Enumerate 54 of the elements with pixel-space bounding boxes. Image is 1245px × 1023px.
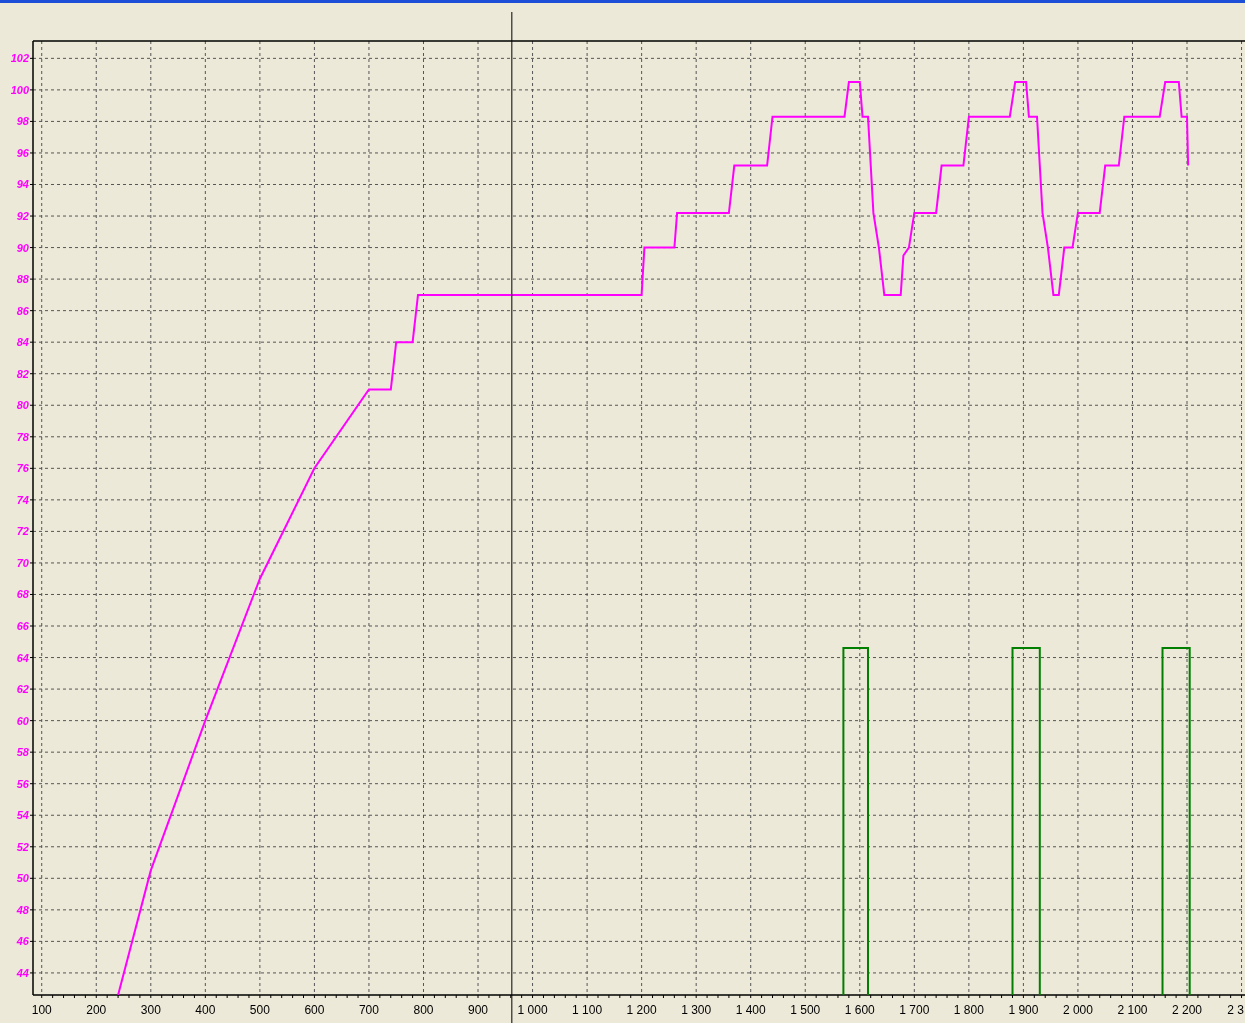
axis-tick-label: 2 100 xyxy=(1117,1003,1148,1017)
axis-tick-label: 400 xyxy=(195,1003,216,1017)
axis-tick-label: 44 xyxy=(16,966,29,979)
axis-tick-label: 94 xyxy=(16,178,29,191)
axis-tick-label: 1 100 xyxy=(572,1003,603,1017)
axis-tick-label: 54 xyxy=(16,809,29,822)
axis-tick-label: 500 xyxy=(249,1003,270,1017)
axis-tick-label: 900 xyxy=(468,1003,489,1017)
axis-tick-label: 1 300 xyxy=(681,1003,712,1017)
axis-tick-label: 1 800 xyxy=(953,1003,984,1017)
axis-tick-label: 600 xyxy=(304,1003,325,1017)
cursor-line[interactable] xyxy=(511,11,513,1023)
axis-tick-label: 78 xyxy=(16,430,29,443)
axis-tick-label: 74 xyxy=(16,493,29,506)
axis-tick-label: 66 xyxy=(16,620,29,632)
axis-tick-label: 88 xyxy=(16,273,29,286)
axis-tick-label: 60 xyxy=(16,714,29,727)
axis-tick-label: 80 xyxy=(16,399,29,412)
axis-tick-label: 58 xyxy=(16,746,29,759)
axis-tick-label: 2 200 xyxy=(1172,1003,1202,1017)
axis-tick-label: 100 xyxy=(10,83,29,96)
axis-tick-label: 72 xyxy=(16,525,29,538)
axis-tick-label: 1 400 xyxy=(735,1003,766,1017)
axis-tick-label: 102 xyxy=(10,52,29,65)
axis-tick-label: 1 600 xyxy=(844,1003,875,1017)
axis-tick-label: 700 xyxy=(358,1003,379,1017)
axis-tick-label: 70 xyxy=(16,556,29,569)
axis-tick-label: 68 xyxy=(16,588,29,601)
axis-tick-label: 86 xyxy=(16,304,29,317)
axis-tick-label: 1 700 xyxy=(899,1003,930,1017)
axis-tick-label: 82 xyxy=(16,367,29,380)
axis-tick-label: 64 xyxy=(16,651,29,664)
axis-tick-label: 2 000 xyxy=(1062,1003,1093,1017)
axis-tick-label: 1 500 xyxy=(790,1003,821,1017)
axis-tick-label: 50 xyxy=(16,872,29,885)
axis-tick-label: 800 xyxy=(413,1003,434,1017)
axis-tick-label: 90 xyxy=(16,241,29,254)
axis-tick-label: 52 xyxy=(16,840,29,853)
axis-tick-label: 1 000 xyxy=(517,1003,548,1017)
axis-tick-label: 76 xyxy=(16,462,29,475)
axis-tick-label: 62 xyxy=(16,683,29,696)
axis-tick-label: 300 xyxy=(140,1003,161,1017)
axis-tick-label: 46 xyxy=(16,935,29,948)
axis-tick-label: 92 xyxy=(16,210,29,223)
axis-tick-label: 100 xyxy=(31,1003,52,1017)
axis-tick-label: 84 xyxy=(16,336,29,349)
axis-tick-label: 2 3 xyxy=(1227,1003,1244,1017)
axis-tick-label: 200 xyxy=(86,1003,107,1017)
axis-tick-label: 56 xyxy=(16,777,29,790)
axis-tick-label: 1 200 xyxy=(626,1003,657,1017)
axis-tick-label: 48 xyxy=(16,903,29,916)
axis-tick-label: 98 xyxy=(16,115,29,128)
axis-tick-label: 1 900 xyxy=(1008,1003,1039,1017)
axis-tick-label: 96 xyxy=(16,146,29,159)
